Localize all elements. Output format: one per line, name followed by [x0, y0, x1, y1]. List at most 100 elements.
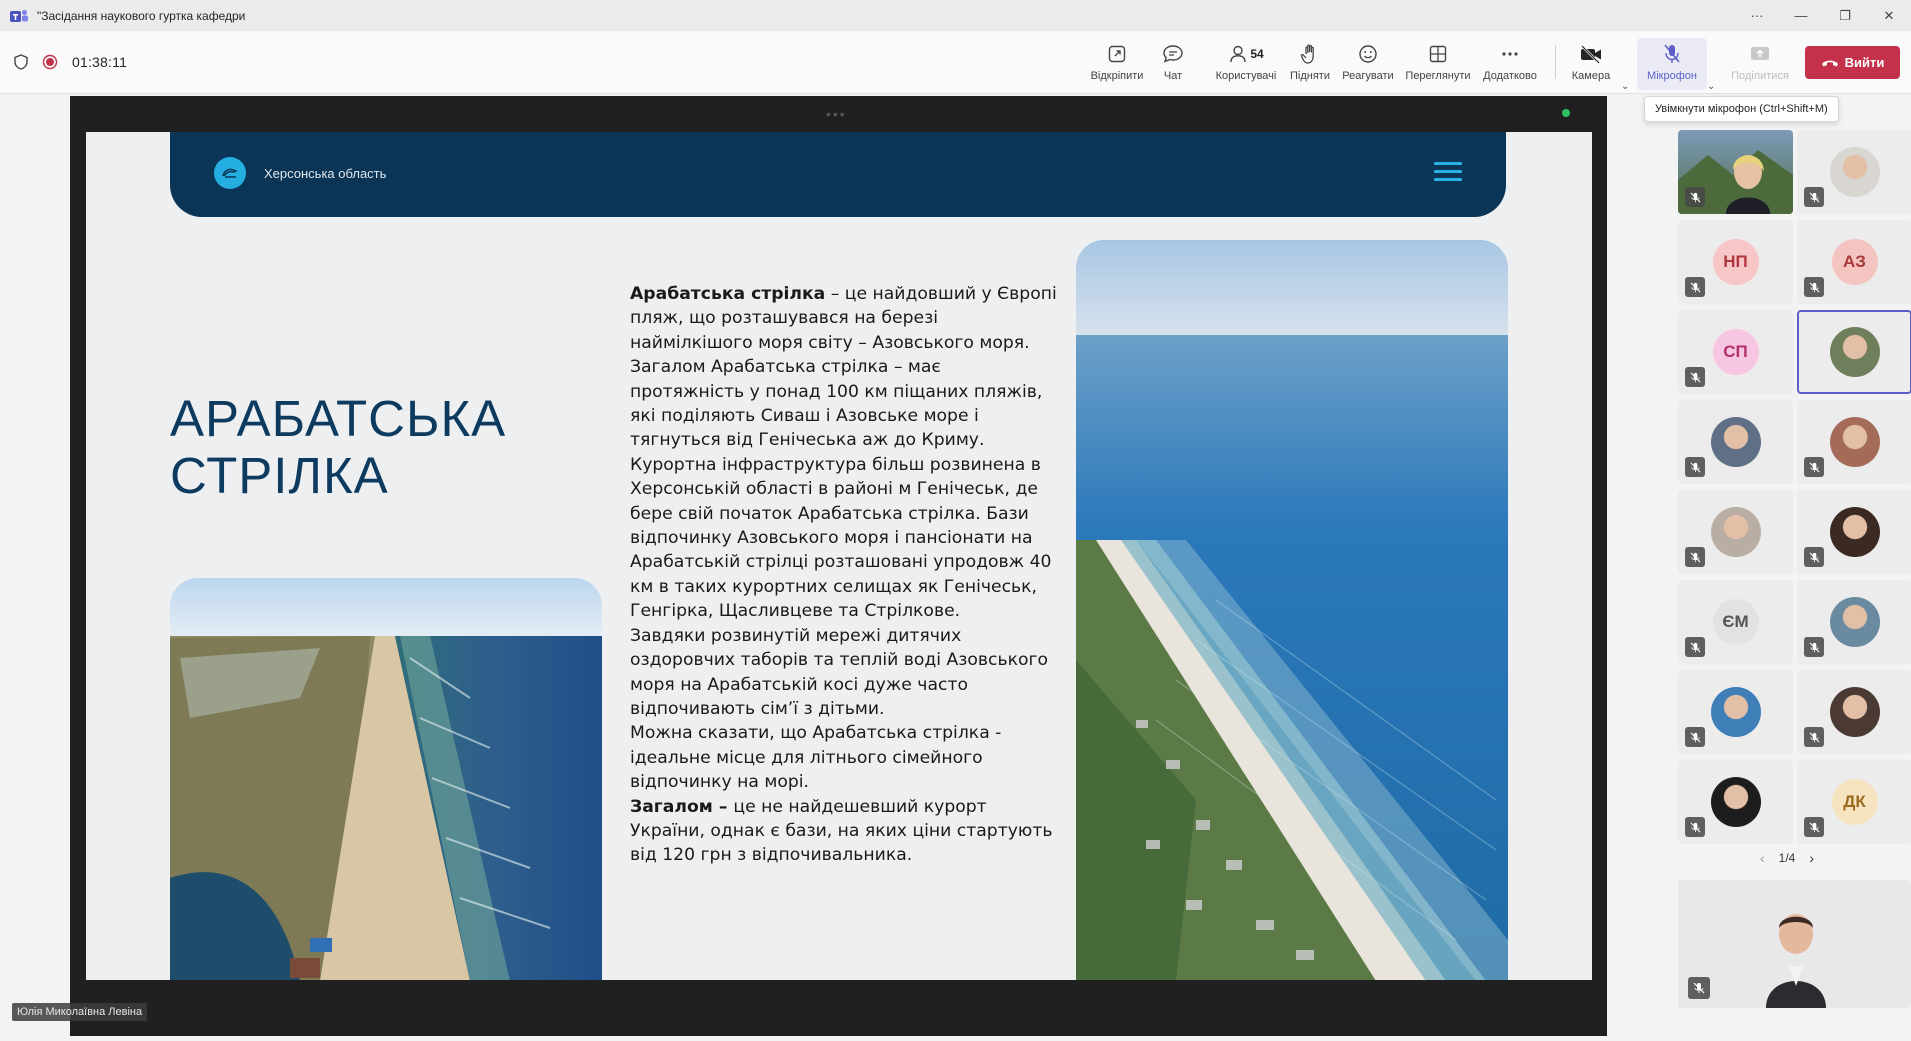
raise-hand-label: Підняти: [1290, 70, 1330, 82]
self-video-tile[interactable]: [1678, 880, 1911, 1008]
participant-tile[interactable]: ЄМ: [1678, 580, 1793, 664]
participant-tile[interactable]: СП: [1678, 310, 1793, 394]
participant-photo: [1829, 687, 1880, 737]
camera-button[interactable]: Камера: [1556, 42, 1626, 82]
closing-paragraph: Загалом – це не найдешевший курорт Украї…: [630, 795, 1060, 868]
body-paragraph: Загалом Арабатська стрілка – має протяжн…: [630, 357, 1043, 451]
popout-label: Відкріпити: [1090, 70, 1144, 82]
minimize-button[interactable]: —: [1779, 0, 1823, 31]
leave-label: Вийти: [1844, 55, 1885, 70]
people-count: 54: [1250, 47, 1264, 61]
shield-icon[interactable]: [14, 54, 28, 70]
chat-icon: [1163, 45, 1183, 63]
people-icon: [1230, 45, 1247, 63]
camera-label: Камера: [1571, 70, 1611, 82]
chat-button[interactable]: Чат: [1138, 42, 1208, 82]
participant-initials: ЄМ: [1712, 599, 1759, 645]
hang-up-icon: [1821, 60, 1838, 66]
participant-photo: [1710, 687, 1761, 737]
participant-tile[interactable]: [1797, 670, 1911, 754]
beach-aerial-photo-left: [170, 578, 602, 980]
participant-tile[interactable]: [1797, 130, 1911, 214]
microphone-button[interactable]: Мікрофон: [1637, 38, 1707, 90]
participant-photo: [1829, 327, 1880, 377]
self-avatar-photo: [1678, 880, 1911, 1008]
muted-mic-icon: [1685, 547, 1705, 567]
people-button[interactable]: 54 Користувачі: [1211, 42, 1281, 82]
smiley-icon: [1359, 45, 1377, 63]
participant-tile[interactable]: АЗ: [1797, 220, 1911, 304]
slide-body-text: Арабатська стрілка – це найдовший у Євро…: [630, 282, 1060, 868]
shared-screen[interactable]: ••• Херсонська область АРАБАТСЬКА СТРІЛК…: [70, 96, 1607, 1036]
share-screen-icon: [1751, 47, 1769, 60]
popout-icon: [1108, 45, 1126, 63]
muted-mic-icon: [1804, 637, 1824, 657]
participant-initials: СП: [1712, 329, 1759, 375]
window-title: "Засідання наукового гуртка кафедри: [37, 8, 246, 23]
slide-header-bar: Херсонська область: [170, 132, 1506, 217]
lead-paragraph: Арабатська стрілка – це найдовший у Євро…: [630, 282, 1060, 355]
slide-title: АРАБАТСЬКА СТРІЛКА: [170, 390, 507, 504]
more-options-icon[interactable]: ···: [1735, 0, 1779, 31]
presenter-name-label: Юлія Миколаївна Левіна: [12, 1003, 148, 1021]
raise-hand-icon: [1300, 44, 1314, 64]
muted-mic-icon: [1804, 547, 1824, 567]
leave-button[interactable]: Вийти: [1805, 46, 1900, 79]
next-page-icon[interactable]: ›: [1809, 850, 1814, 866]
meeting-timer: 01:38:11: [72, 54, 128, 70]
teams-logo-icon: [10, 9, 28, 22]
participant-tile[interactable]: [1678, 670, 1793, 754]
meeting-toolbar: 01:38:11 Відкріпити Чат 54 Користувачі П…: [0, 31, 1911, 94]
participant-photo: [1829, 417, 1880, 467]
window-title-bar: "Засідання наукового гуртка кафедри ··· …: [0, 0, 1911, 31]
share-button[interactable]: Поділитися: [1725, 42, 1795, 82]
muted-mic-icon: [1685, 727, 1705, 747]
body-paragraph: Можна сказати, що Арабатська стрілка - і…: [630, 723, 1002, 793]
participant-initials: АЗ: [1831, 239, 1878, 285]
restore-button[interactable]: ❐: [1823, 0, 1867, 31]
more-actions-button[interactable]: Додатково: [1475, 42, 1545, 82]
participant-tile[interactable]: [1797, 400, 1911, 484]
beach-aerial-photo-right: [1076, 240, 1508, 980]
participant-tile[interactable]: [1797, 310, 1911, 394]
participant-tile[interactable]: [1678, 760, 1793, 844]
view-button[interactable]: Переглянути: [1403, 42, 1473, 82]
participant-tile[interactable]: [1678, 130, 1793, 214]
react-label: Реагувати: [1342, 70, 1394, 82]
slide-brand-label: Херсонська область: [264, 166, 387, 181]
muted-mic-icon: [1804, 727, 1824, 747]
microphone-off-icon: [1664, 44, 1680, 63]
participant-tile[interactable]: [1797, 490, 1911, 574]
drag-handle-icon[interactable]: •••: [826, 106, 847, 122]
share-label: Поділитися: [1731, 70, 1789, 82]
view-label: Переглянути: [1405, 70, 1471, 82]
body-paragraph: Курортна інфраструктура більш розвинена …: [630, 454, 1052, 622]
recording-icon[interactable]: [42, 54, 58, 70]
participant-photo: [1829, 597, 1880, 647]
people-label: Користувачі: [1215, 70, 1277, 82]
participant-tile[interactable]: [1797, 580, 1911, 664]
muted-mic-icon: [1685, 817, 1705, 837]
muted-mic-icon: [1685, 637, 1705, 657]
participant-tile[interactable]: ДК: [1797, 760, 1911, 844]
microphone-options-chevron-icon[interactable]: ⌄: [1707, 81, 1715, 92]
participant-tile[interactable]: [1678, 490, 1793, 574]
live-indicator: [1562, 109, 1570, 117]
microphone-tooltip: Увімкнути мікрофон (Ctrl+Shift+M): [1644, 96, 1839, 122]
participant-tile[interactable]: НП: [1678, 220, 1793, 304]
close-button[interactable]: ✕: [1867, 0, 1911, 31]
muted-mic-icon: [1685, 187, 1705, 207]
participant-tile[interactable]: [1678, 400, 1793, 484]
muted-mic-icon: [1685, 277, 1705, 297]
muted-mic-icon: [1804, 187, 1824, 207]
presentation-slide: Херсонська область АРАБАТСЬКА СТРІЛКА Ар…: [86, 132, 1592, 980]
closing-bold: Загалом –: [630, 796, 734, 817]
camera-off-icon: [1581, 45, 1601, 64]
hamburger-menu-icon: [1434, 162, 1462, 186]
react-button[interactable]: Реагувати: [1333, 42, 1403, 82]
grid-view-icon: [1429, 45, 1447, 63]
camera-options-chevron-icon[interactable]: ⌄: [1621, 81, 1629, 92]
more-actions-label: Додатково: [1483, 70, 1537, 82]
previous-page-icon[interactable]: ‹: [1760, 850, 1765, 866]
ellipsis-icon: [1502, 52, 1518, 56]
